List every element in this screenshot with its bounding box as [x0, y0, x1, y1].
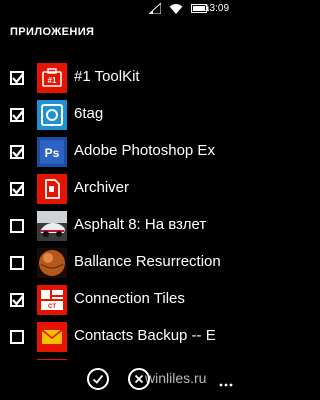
confirm-button[interactable]: [87, 368, 109, 390]
list-item[interactable]: #1 #1 ToolKit: [0, 63, 240, 100]
list-item[interactable]: Ps Adobe Photoshop Ex: [0, 137, 240, 174]
ballance-icon: [37, 248, 67, 278]
checkbox-checked[interactable]: [10, 145, 24, 159]
app-name: Ballance Resurrection: [74, 253, 221, 270]
signal-icon: [149, 3, 161, 14]
status-bar: 13:09: [0, 0, 240, 18]
checkbox-checked[interactable]: [10, 293, 24, 307]
svg-text:CT: CT: [48, 304, 56, 310]
app-name: Contacts Backup -- E: [74, 327, 216, 344]
app-name: Connection Tiles: [74, 290, 185, 307]
list-item[interactable]: CT Connection Tiles: [0, 285, 240, 322]
check-icon: [12, 110, 24, 121]
check-icon: [12, 73, 24, 84]
check-icon: [92, 374, 104, 384]
toolkit-icon: #1: [37, 63, 67, 93]
svg-text:Ps: Ps: [45, 146, 60, 160]
connection-tiles-icon: CT: [37, 285, 67, 315]
contacts-backup-icon: [37, 322, 67, 352]
checkbox-checked[interactable]: [10, 108, 24, 122]
checkbox-checked[interactable]: [10, 182, 24, 196]
ellipsis-icon[interactable]: [219, 374, 233, 392]
checkbox-unchecked[interactable]: [10, 219, 24, 233]
check-icon: [12, 184, 24, 195]
list-item[interactable]: Contacts Backup -- E: [0, 322, 240, 359]
checkbox-unchecked[interactable]: [10, 330, 24, 344]
svg-text:#1: #1: [48, 76, 57, 85]
list-item[interactable]: Ballance Resurrection: [0, 248, 240, 285]
app-name: Archiver: [74, 179, 130, 196]
check-icon: [12, 295, 24, 306]
asphalt-8-icon: [37, 211, 67, 241]
app-list[interactable]: #1 #1 ToolKit 6tag Ps Adobe Photoshop Ex…: [0, 60, 240, 360]
list-item[interactable]: 6tag: [0, 100, 240, 137]
list-item[interactable]: Asphalt 8: На взлет: [0, 211, 240, 248]
checkbox-unchecked[interactable]: [10, 256, 24, 270]
page-title: ПРИЛОЖЕНИЯ: [10, 26, 95, 38]
app-name: #1 ToolKit: [74, 68, 140, 85]
app-name: Adobe Photoshop Ex: [74, 142, 215, 159]
archiver-icon: [37, 174, 67, 204]
watermark: winliles.ru: [145, 370, 207, 386]
wifi-icon: [169, 3, 183, 14]
list-item[interactable]: [0, 359, 240, 360]
check-icon: [12, 147, 24, 158]
6tag-icon: [37, 100, 67, 130]
app-icon: [37, 359, 67, 360]
list-item[interactable]: Archiver: [0, 174, 240, 211]
app-name: 6tag: [74, 105, 104, 122]
photoshop-express-icon: Ps: [37, 137, 67, 167]
clock: 13:09: [204, 3, 230, 14]
checkbox-checked[interactable]: [10, 71, 24, 85]
status-icons: [149, 3, 209, 14]
app-name: Asphalt 8: На взлет: [74, 216, 207, 233]
